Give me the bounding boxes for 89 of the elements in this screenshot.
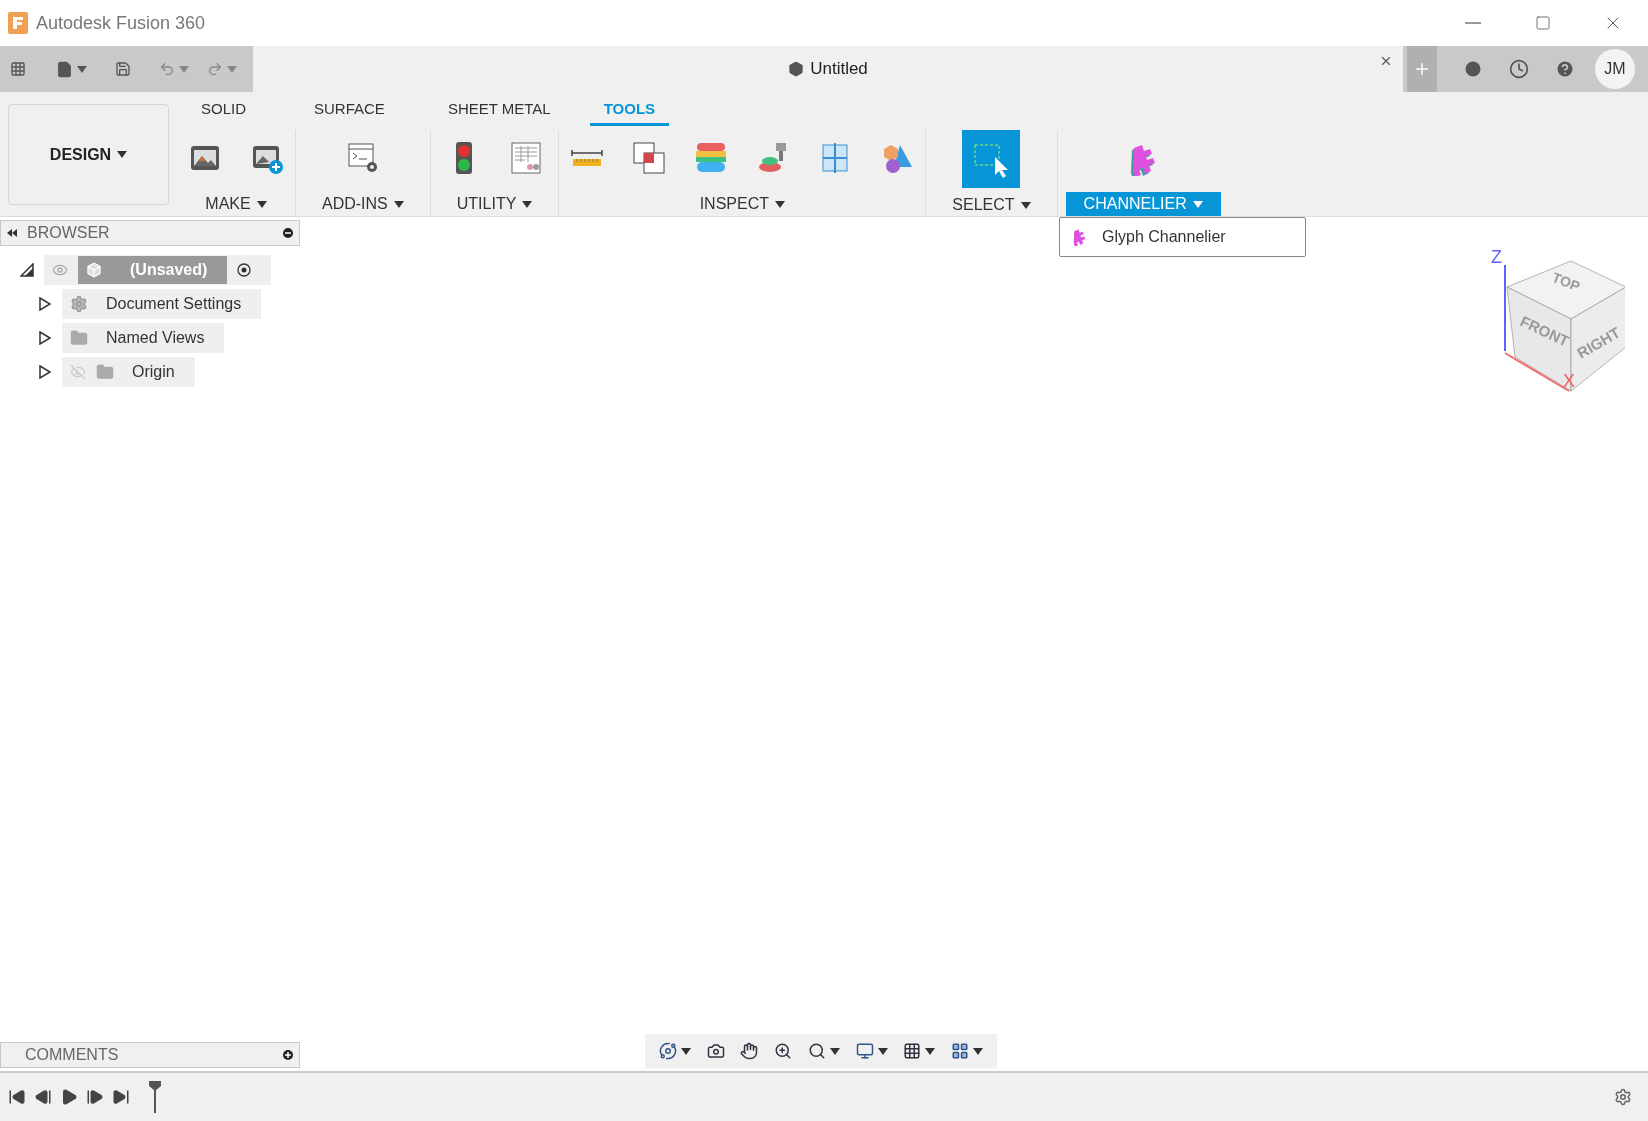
folder-icon bbox=[96, 363, 114, 381]
node-label: Document Settings bbox=[106, 295, 242, 313]
caret-icon bbox=[680, 1047, 691, 1055]
play-icon bbox=[60, 1088, 78, 1106]
monitor-icon bbox=[855, 1042, 874, 1060]
caret-icon bbox=[77, 65, 87, 73]
tool-button[interactable] bbox=[962, 130, 1021, 188]
caret-icon bbox=[973, 1047, 984, 1055]
overlapping-squares-icon bbox=[632, 141, 667, 176]
step-back-button[interactable] bbox=[34, 1088, 52, 1106]
step-back-icon bbox=[34, 1088, 52, 1106]
close-icon bbox=[1379, 54, 1393, 68]
tree-node[interactable]: Document Settings bbox=[62, 289, 262, 319]
orbit-icon bbox=[658, 1042, 677, 1060]
minimize-icon bbox=[1465, 22, 1481, 24]
grid-icon bbox=[903, 1042, 922, 1060]
hand-icon bbox=[740, 1042, 759, 1060]
caret-icon bbox=[393, 200, 404, 208]
settings-button[interactable] bbox=[1614, 1088, 1632, 1106]
clock-icon bbox=[1509, 59, 1529, 79]
camera-button[interactable] bbox=[706, 1042, 725, 1060]
display-button[interactable] bbox=[855, 1042, 888, 1060]
caret-icon bbox=[775, 200, 785, 208]
orbit-button[interactable] bbox=[658, 1042, 691, 1060]
skip-back-icon bbox=[8, 1088, 26, 1106]
minus-circle-icon[interactable] bbox=[283, 228, 293, 238]
radio-target-icon[interactable] bbox=[237, 263, 252, 277]
settings-icon bbox=[1614, 1088, 1632, 1106]
folder-icon bbox=[70, 329, 88, 347]
help-icon bbox=[1555, 59, 1575, 79]
camera-icon bbox=[706, 1042, 725, 1060]
ribbon-tab[interactable]: SURFACE bbox=[300, 100, 399, 126]
caret-icon bbox=[256, 200, 267, 208]
node-label: Origin bbox=[132, 363, 175, 381]
document-title: Untitled bbox=[810, 59, 868, 79]
app-logo-icon bbox=[8, 12, 28, 34]
grid-button[interactable] bbox=[903, 1042, 936, 1060]
caret-icon bbox=[117, 151, 128, 158]
caret-icon bbox=[1020, 201, 1031, 209]
caret-icon bbox=[522, 200, 533, 208]
caret-icon bbox=[925, 1047, 936, 1055]
group-menu-button[interactable]: UTILITY bbox=[438, 192, 551, 216]
play-button[interactable] bbox=[60, 1088, 78, 1106]
pan-button[interactable] bbox=[740, 1042, 759, 1060]
ribbon-tab[interactable]: SOLID bbox=[187, 100, 260, 126]
caret-icon bbox=[227, 65, 237, 73]
user-avatar[interactable]: JM bbox=[1595, 49, 1635, 89]
skip-to-start-button[interactable] bbox=[8, 1088, 26, 1106]
undo-icon bbox=[159, 61, 175, 77]
caret-icon bbox=[829, 1047, 840, 1055]
tree-node[interactable]: Origin bbox=[62, 357, 195, 387]
timeline-marker[interactable] bbox=[148, 1081, 162, 1113]
panel-title: BROWSER bbox=[27, 224, 111, 242]
caret-icon bbox=[1192, 200, 1203, 208]
document-tab[interactable]: Untitled bbox=[253, 46, 1403, 92]
group-menu-button[interactable]: SELECT bbox=[934, 194, 1049, 216]
group-menu-button[interactable]: ADD-INS bbox=[304, 192, 422, 216]
panel-title: COMMENTS bbox=[24, 1046, 120, 1064]
zoom-button[interactable] bbox=[774, 1042, 793, 1060]
redo-icon bbox=[207, 61, 223, 77]
skip-forward-icon bbox=[112, 1088, 130, 1106]
workspace-button[interactable]: DESIGN bbox=[8, 104, 169, 205]
step-forward-icon bbox=[86, 1088, 104, 1106]
ribbon-tab[interactable]: SHEET METAL bbox=[433, 100, 565, 126]
save-icon bbox=[115, 61, 131, 77]
viewports-button[interactable] bbox=[951, 1042, 984, 1060]
file-icon bbox=[56, 60, 73, 78]
maximize-icon bbox=[1535, 15, 1551, 31]
gear-icon bbox=[70, 295, 88, 313]
skip-to-end-button[interactable] bbox=[112, 1088, 130, 1106]
zoom-in-icon bbox=[774, 1042, 793, 1060]
window-title: Autodesk Fusion 360 bbox=[36, 12, 206, 34]
magnifier-icon bbox=[807, 1042, 826, 1060]
plus-circle-icon[interactable] bbox=[283, 1050, 293, 1060]
table-icon bbox=[508, 141, 543, 176]
group-menu-button[interactable]: INSPECT bbox=[681, 192, 803, 216]
caret-icon bbox=[877, 1047, 888, 1055]
step-forward-button[interactable] bbox=[86, 1088, 104, 1106]
viewports-icon bbox=[951, 1042, 970, 1060]
collapse-icon[interactable] bbox=[7, 229, 17, 237]
grid-icon bbox=[10, 61, 26, 77]
tree-node[interactable]: Named Views bbox=[62, 323, 225, 353]
node-label: (Unsaved) bbox=[130, 261, 208, 279]
component-icon bbox=[86, 262, 102, 278]
menu-item[interactable]: Glyph Channelier bbox=[1060, 218, 1305, 256]
caret-icon bbox=[179, 65, 189, 73]
group-menu-button[interactable]: MAKE bbox=[187, 192, 285, 216]
zoom-window-button[interactable] bbox=[807, 1042, 840, 1060]
node-label: Named Views bbox=[106, 329, 205, 347]
